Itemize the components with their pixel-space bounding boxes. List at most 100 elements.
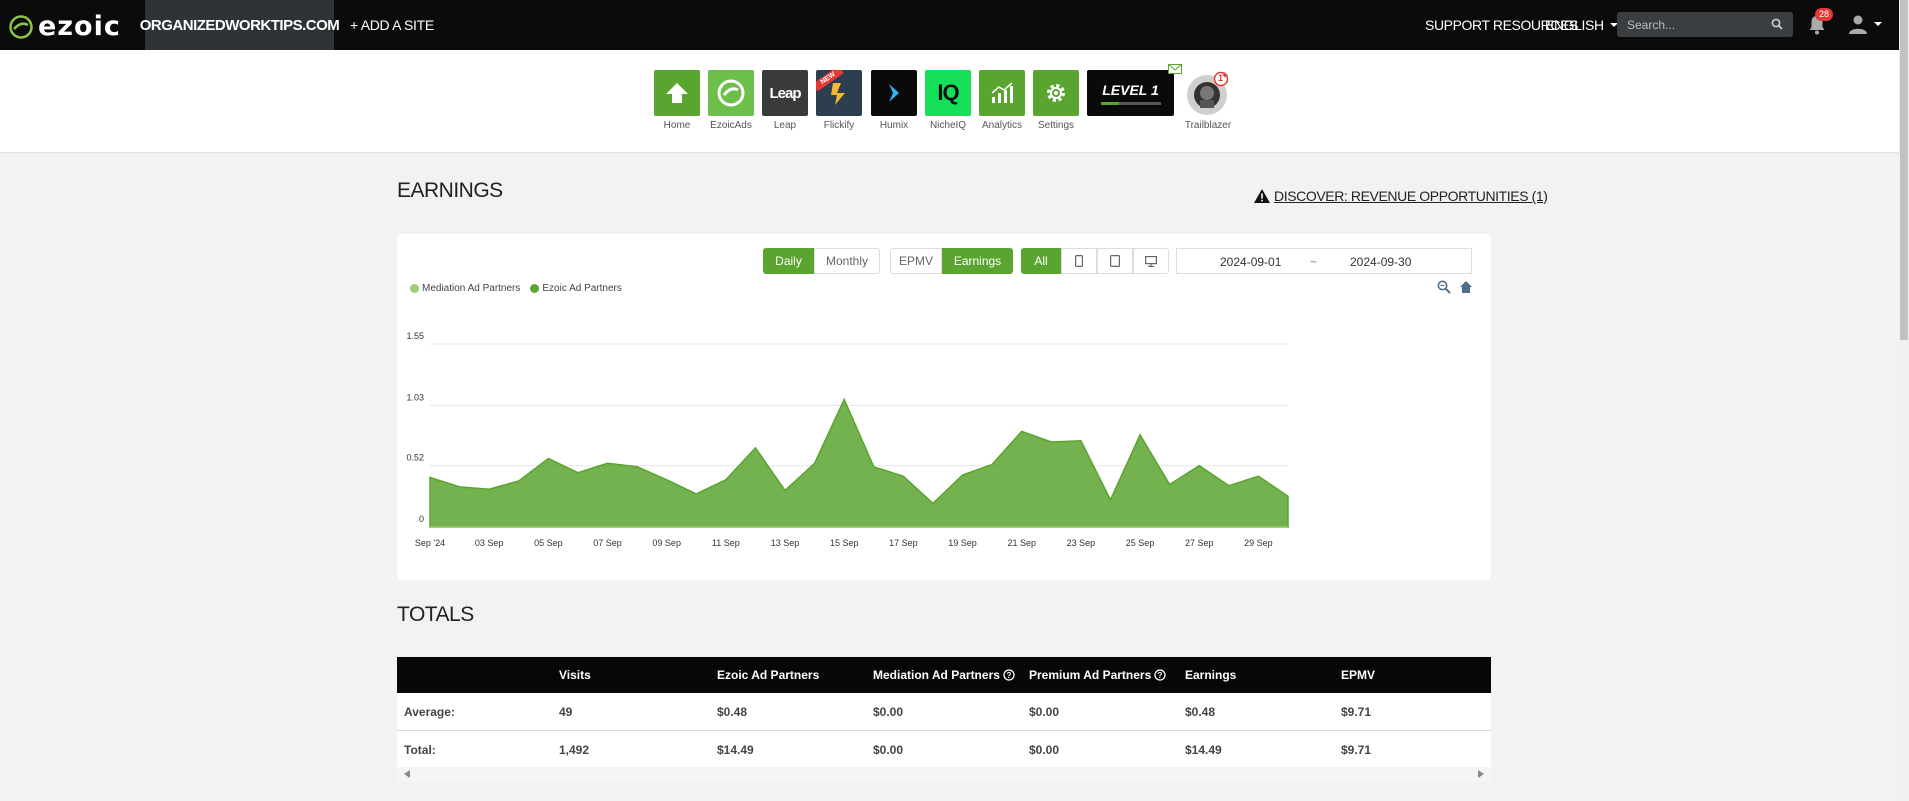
level-progress [1100, 101, 1161, 105]
app-ezoicads[interactable]: EzoicAds [708, 70, 754, 131]
table-row: Average: 49 $0.48 $0.00 $0.00 $0.48 $9.7… [397, 693, 1491, 731]
data-point [1228, 485, 1230, 487]
cell-premium: $0.00 [1029, 742, 1060, 757]
data-point [695, 526, 697, 528]
app-analytics[interactable]: Analytics [979, 70, 1025, 131]
cell-mediation: $0.00 [873, 742, 904, 757]
data-point [725, 479, 727, 481]
envelope-icon [1168, 64, 1182, 74]
cell-ezoic: $0.48 [717, 704, 748, 719]
data-point [1139, 434, 1141, 436]
app-nicheiq[interactable]: IQ NicheIQ [925, 70, 971, 131]
leap-tile-text: Leap [769, 84, 801, 102]
earnings-area-chart[interactable]: 0 0.52 1.03 1.55 Sep '24 03 Sep 05 Sep 07 Sep 09… [397, 234, 1491, 580]
discover-revenue-link[interactable]: DISCOVER: REVENUE OPPORTUNITIES (1) [1254, 188, 1548, 204]
data-point [636, 466, 638, 468]
data-point [1080, 440, 1082, 442]
ezoicads-icon [708, 70, 754, 116]
user-menu[interactable] [1848, 14, 1882, 34]
data-point [814, 526, 816, 528]
warning-icon [1254, 189, 1270, 203]
y-tick-label: 1.55 [406, 331, 424, 341]
data-point [932, 526, 934, 528]
app-trailblazer[interactable]: 1 Trailblazer [1185, 70, 1231, 131]
column-header-epmv: EPMV [1341, 668, 1376, 682]
data-point [577, 472, 579, 474]
search-input[interactable] [1617, 12, 1767, 37]
x-tick-label: Sep '24 [415, 538, 445, 548]
search-box [1617, 12, 1793, 37]
data-point [1050, 441, 1052, 443]
cell-premium: $0.00 [1029, 704, 1060, 719]
trailblazer-icon: 1 [1185, 70, 1231, 116]
data-point [488, 488, 490, 490]
data-point [1257, 526, 1259, 528]
language-selector[interactable]: ENGLISH [1545, 0, 1618, 50]
discover-text: DISCOVER: REVENUE OPPORTUNITIES (1) [1274, 188, 1548, 204]
data-point [784, 489, 786, 491]
scrollbar-thumb[interactable] [1900, 0, 1908, 340]
app-label: Settings [1037, 120, 1075, 131]
language-label: ENGLISH [1545, 17, 1604, 33]
cell-epmv: $9.71 [1341, 742, 1372, 757]
scroll-left-icon[interactable] [404, 770, 410, 778]
header-label: Premium Ad Partners [1029, 668, 1152, 682]
app-leap[interactable]: Leap Leap [762, 70, 808, 131]
table-horizontal-scrollbar[interactable] [397, 767, 1491, 781]
row-label: Average: [404, 704, 455, 719]
data-point [607, 462, 609, 464]
column-header-earnings: Earnings [1185, 668, 1237, 682]
app-level[interactable]: LEVEL 1 [1087, 64, 1182, 116]
data-point [1050, 526, 1052, 528]
totals-title: TOTALS [397, 603, 474, 626]
search-icon[interactable] [1771, 18, 1783, 30]
app-flickify[interactable]: NEW Flickify [816, 70, 862, 131]
nicheiq-icon: IQ [925, 70, 971, 116]
series-area-ezoic-ad-partners [429, 397, 1289, 528]
data-point [1109, 526, 1111, 528]
flickify-icon: NEW [816, 70, 862, 116]
help-icon[interactable]: ? [1003, 669, 1015, 681]
data-point [636, 526, 638, 528]
humix-icon [871, 70, 917, 116]
help-icon[interactable]: ? [1154, 669, 1166, 681]
data-point [962, 474, 964, 476]
page-vertical-scrollbar[interactable] [1899, 0, 1909, 801]
data-point [518, 480, 520, 482]
data-point [1198, 465, 1200, 467]
data-point [873, 526, 875, 528]
data-point [488, 526, 490, 528]
add-site-link[interactable]: + ADD A SITE [350, 0, 434, 50]
data-point [1287, 495, 1289, 497]
scroll-right-icon[interactable] [1478, 770, 1484, 778]
level-icon: LEVEL 1 [1087, 64, 1182, 116]
nicheiq-tile-text: IQ [937, 80, 959, 105]
gear-icon [1033, 70, 1079, 116]
x-tick-label: 07 Sep [593, 538, 622, 548]
logo-text: ezoic [38, 11, 121, 42]
site-selector[interactable]: ORGANIZEDWORKTIPS.COM [140, 0, 340, 50]
data-point [518, 526, 520, 528]
x-tick-label: 17 Sep [889, 538, 918, 548]
cell-earnings: $0.48 [1185, 704, 1216, 719]
data-point [1169, 526, 1171, 528]
totals-table: Visits Ezoic Ad Partners Mediation Ad Pa… [397, 657, 1491, 781]
data-point [547, 526, 549, 528]
cell-earnings: $14.49 [1185, 742, 1222, 757]
data-point [1287, 526, 1289, 528]
data-point [1228, 526, 1230, 528]
app-humix[interactable]: Humix [871, 70, 917, 131]
column-header-premium: Premium Ad Partners ? [1029, 668, 1166, 682]
data-point [784, 526, 786, 528]
notification-badge: 28 [1815, 8, 1834, 21]
y-tick-label: 0.52 [406, 453, 424, 463]
x-tick-label: 29 Sep [1244, 538, 1273, 548]
earnings-chart-card: Daily Monthly EPMV Earnings All 2024-09-… [397, 234, 1491, 580]
data-point [1198, 526, 1200, 528]
svg-text:?: ? [1006, 671, 1011, 680]
app-settings[interactable]: Settings [1033, 70, 1079, 131]
app-home[interactable]: Home [654, 70, 700, 131]
app-toolbar: Home EzoicAds Leap Leap NEW Flickify Hum… [0, 50, 1899, 153]
cell-visits: 49 [559, 704, 573, 719]
ezoic-logo[interactable]: ezoic [8, 11, 121, 42]
